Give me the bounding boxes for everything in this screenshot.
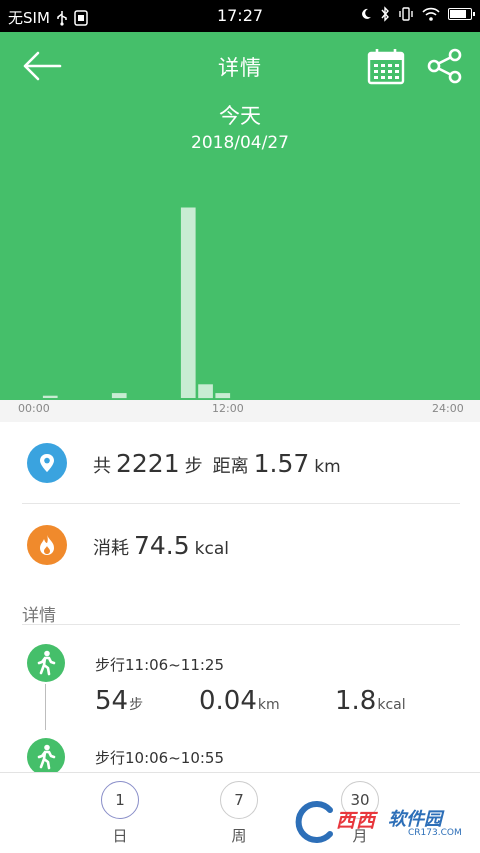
total-distance: 1.57 — [253, 448, 310, 478]
moon-icon — [362, 8, 371, 19]
calories-summary: 消耗 74.5 kcal — [22, 505, 460, 585]
steps-summary: 共 2221 步 距离 1.57 km — [22, 423, 460, 503]
chart-bar — [180, 207, 196, 398]
watermark-brand: 西西 — [336, 810, 377, 832]
details-section-title: 详情 — [22, 606, 56, 626]
tab-day-label: 日 — [112, 827, 128, 845]
steps-unit: 步 — [184, 455, 203, 477]
x-tick-label: 24:00 — [432, 402, 464, 415]
flame-icon — [27, 525, 67, 565]
activity-steps: 54 — [95, 686, 129, 716]
divider — [22, 624, 460, 625]
location-pin-icon — [27, 443, 67, 483]
tab-week-number: 7 — [220, 781, 258, 819]
distance-label: 距离 — [212, 455, 249, 477]
calories-label: 消耗 — [93, 537, 129, 559]
activity-title: 步行11:06~11:25 — [95, 656, 225, 674]
walking-icon — [27, 644, 65, 682]
total-calories: 74.5 — [134, 530, 190, 560]
watermark-logo: 西西 软件园 CR173.COM — [290, 799, 462, 845]
distance-unit: km — [314, 456, 341, 477]
walking-icon — [27, 738, 65, 776]
tab-week-label: 周 — [231, 827, 247, 845]
tab-day-number: 1 — [101, 781, 139, 819]
vibrate-icon — [399, 7, 413, 21]
divider — [22, 503, 460, 504]
wifi-icon — [422, 7, 440, 21]
chart-bar — [215, 393, 231, 399]
day-label: 今天 — [219, 104, 261, 128]
battery-icon — [448, 8, 475, 20]
total-steps: 2221 — [116, 448, 180, 478]
activity-distance: 0.04 — [199, 686, 257, 716]
activity-calories-unit: kcal — [377, 697, 406, 713]
date-label: 2018/04/27 — [191, 133, 289, 153]
header: 详情 今天 2018/04/27 — [0, 32, 480, 400]
activity-distance-unit: km — [257, 697, 280, 713]
steps-prefix: 共 — [93, 455, 111, 477]
step-chart — [42, 207, 231, 399]
watermark-domain: CR173.COM — [408, 828, 462, 838]
activity-calories: 1.8 — [335, 686, 377, 716]
timeline-line — [45, 684, 46, 730]
activity-steps-unit: 步 — [129, 697, 144, 713]
status-bar: 无SIM 17:27 — [0, 0, 480, 32]
calories-unit: kcal — [194, 538, 230, 559]
x-tick-label: 00:00 — [18, 402, 50, 415]
share-icon[interactable] — [426, 48, 464, 84]
activity-title: 步行10:06~10:55 — [95, 749, 225, 767]
tab-day[interactable]: 1 日 — [90, 781, 150, 846]
watermark-c-icon — [294, 799, 335, 845]
chart-bar — [111, 393, 127, 399]
chart-bar — [42, 395, 58, 398]
page-title: 详情 — [218, 56, 262, 80]
x-tick-label: 12:00 — [212, 402, 244, 415]
bluetooth-icon — [381, 6, 389, 22]
chart-bar — [198, 384, 213, 399]
chart-x-axis: 00:00 12:00 24:00 — [0, 400, 480, 422]
calendar-icon[interactable] — [366, 46, 406, 86]
tab-week[interactable]: 7 周 — [209, 781, 269, 846]
